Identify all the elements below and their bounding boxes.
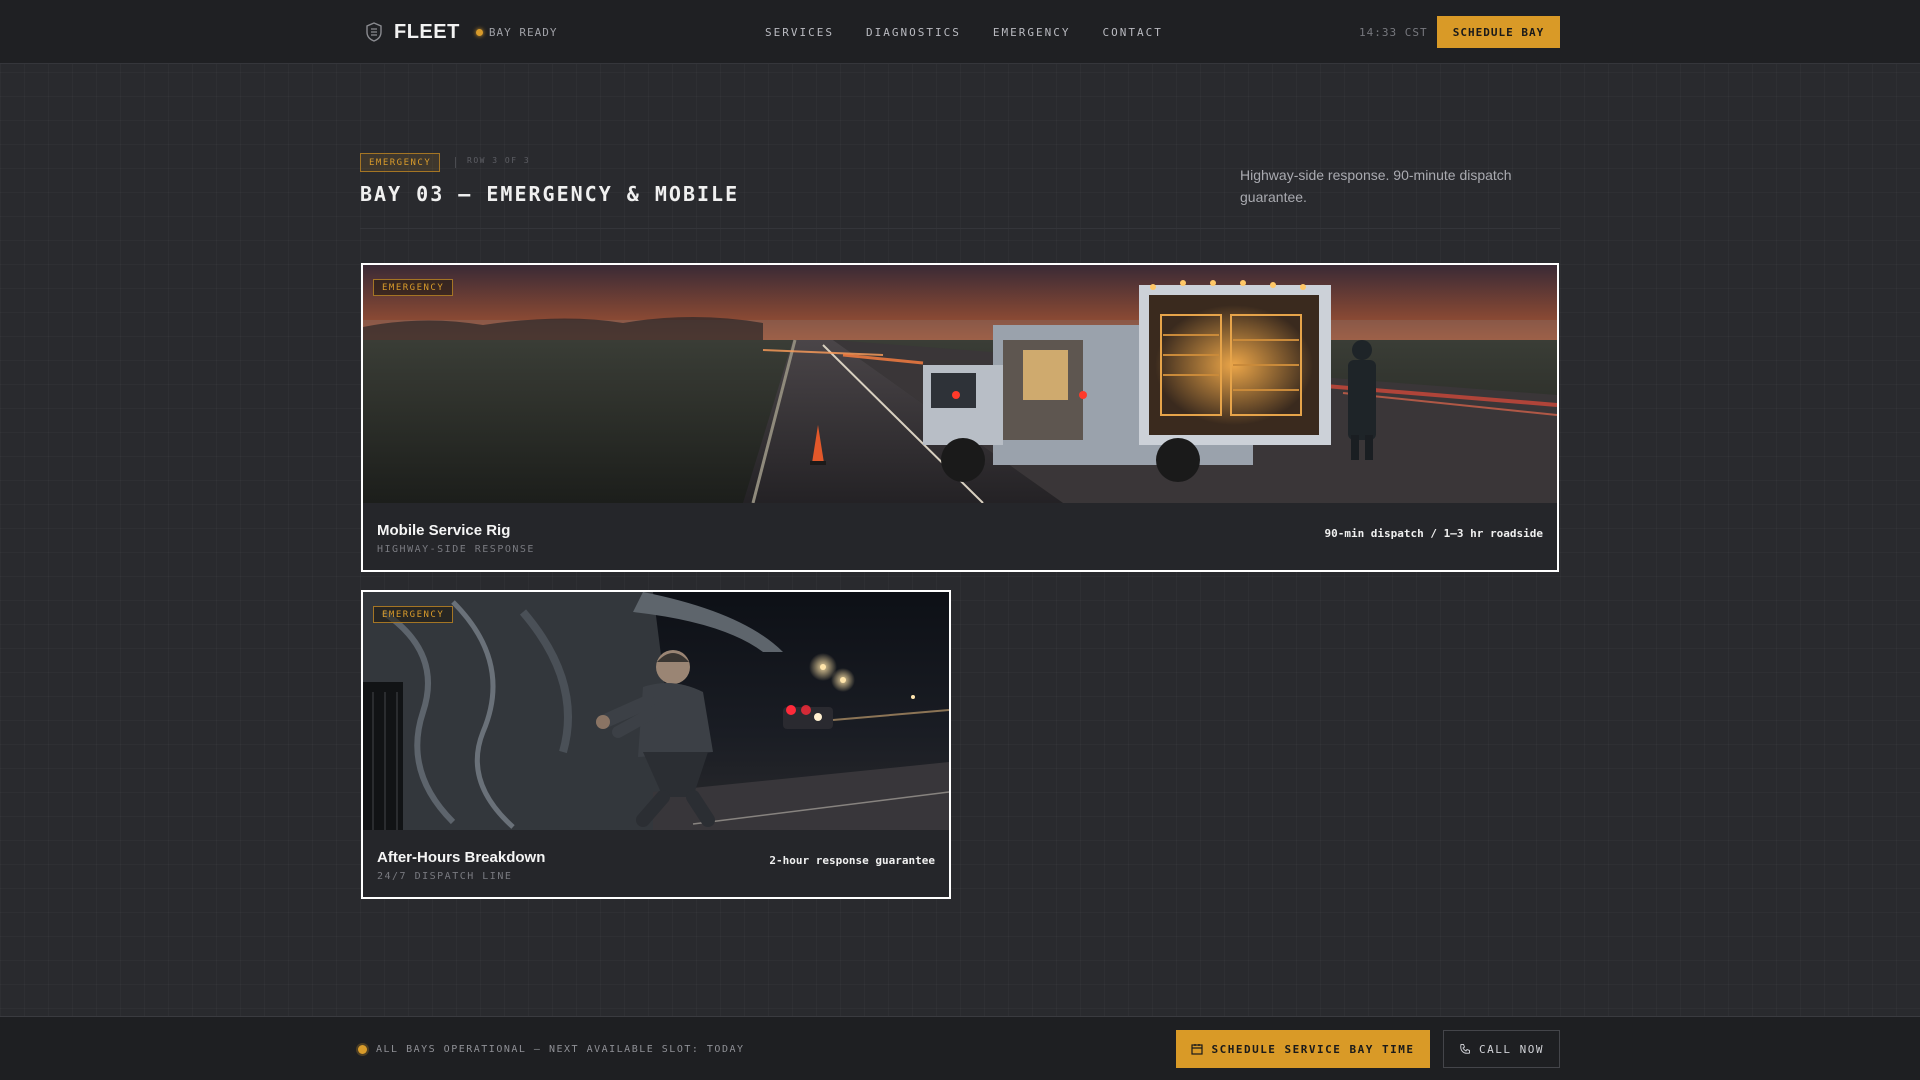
operational-status-label: ALL BAYS OPERATIONAL — NEXT AVAILABLE SL… <box>376 1043 745 1055</box>
shield-icon <box>366 22 382 42</box>
clock: 14:33 CST <box>1359 25 1428 39</box>
top-bar: FLEET BAY READY SERVICES DIAGNOSTICS EME… <box>0 0 1920 64</box>
schedule-bay-button[interactable]: SCHEDULE BAY <box>1437 16 1560 48</box>
card-title: Mobile Service Rig <box>377 522 511 539</box>
bottom-bar: ALL BAYS OPERATIONAL — NEXT AVAILABLE SL… <box>0 1016 1920 1080</box>
operational-status: ALL BAYS OPERATIONAL — NEXT AVAILABLE SL… <box>358 1017 745 1080</box>
brand[interactable]: FLEET BAY READY <box>366 0 557 64</box>
card-image-mobile-rig <box>363 265 1557 503</box>
schedule-service-bay-button[interactable]: SCHEDULE SERVICE BAY TIME <box>1176 1030 1430 1068</box>
card-subtitle: HIGHWAY-SIDE RESPONSE <box>377 544 535 555</box>
card-mobile-service-rig[interactable]: EMERGENCY Mobile Service Rig HIGHWAY-SID… <box>361 263 1559 572</box>
phone-icon <box>1460 1044 1470 1054</box>
status-dot-icon <box>475 28 483 36</box>
card-meta: 2-hour response guarantee <box>769 854 935 867</box>
call-now-button[interactable]: CALL NOW <box>1443 1030 1560 1068</box>
mobile-rig-illustration <box>363 265 1557 503</box>
nav-contact[interactable]: CONTACT <box>1102 26 1162 39</box>
brand-name: FLEET <box>394 20 460 43</box>
section-tag: EMERGENCY <box>360 153 441 172</box>
divider <box>455 157 456 168</box>
card-subtitle: 24/7 DISPATCH LINE <box>377 871 513 882</box>
main-nav: SERVICES DIAGNOSTICS EMERGENCY CONTACT <box>765 0 1195 64</box>
status-dot-icon <box>358 1044 367 1054</box>
nav-diagnostics[interactable]: DIAGNOSTICS <box>866 26 961 39</box>
schedule-service-bay-label: SCHEDULE SERVICE BAY TIME <box>1211 1042 1415 1056</box>
card-title: After-Hours Breakdown <box>377 849 546 866</box>
row-label: ROW 3 OF 3 <box>467 156 531 165</box>
calendar-icon <box>1191 1044 1204 1055</box>
section-description: Highway-side response. 90-minute dispatc… <box>1240 167 1512 205</box>
bay-ready-label: BAY READY <box>488 25 558 39</box>
nav-services[interactable]: SERVICES <box>765 26 834 39</box>
after-hours-illustration <box>363 592 949 830</box>
page-title: BAY 03 — EMERGENCY & MOBILE <box>360 182 740 206</box>
card-tag: EMERGENCY <box>373 279 454 296</box>
call-now-label: CALL NOW <box>1479 1042 1544 1056</box>
nav-emergency[interactable]: EMERGENCY <box>993 26 1071 39</box>
bay-ready-status: BAY READY <box>475 25 558 39</box>
section-divider <box>360 228 1560 229</box>
card-image-after-hours <box>363 592 949 830</box>
card-tag: EMERGENCY <box>373 606 454 623</box>
card-after-hours-breakdown[interactable]: EMERGENCY After-Hours Breakdown 24/7 DIS… <box>361 590 951 899</box>
card-meta: 90-min dispatch / 1–3 hr roadside <box>1324 527 1543 540</box>
